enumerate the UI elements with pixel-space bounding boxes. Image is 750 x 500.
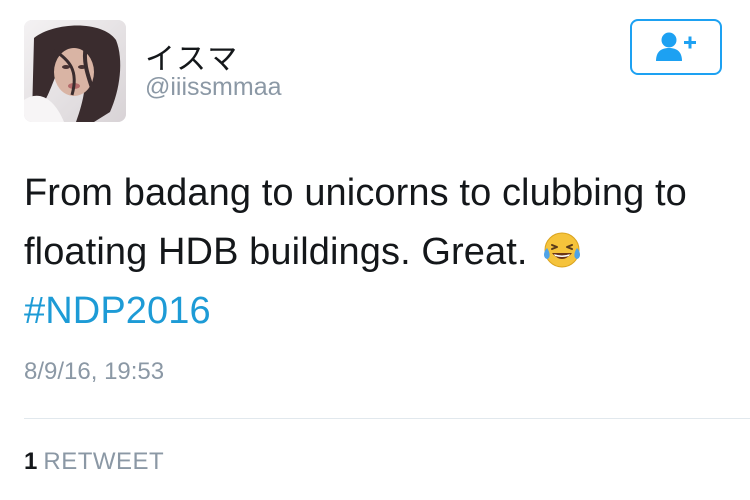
display-name[interactable]: イスマ	[145, 34, 239, 78]
tweet-text-line-2: floating HDB buildings. Great.	[24, 223, 734, 282]
divider	[24, 418, 750, 419]
tweet-text-line-1: From badang to unicorns to clubbing to	[24, 172, 687, 214]
retweet-stats[interactable]: 1 RETWEET	[24, 448, 164, 476]
follow-button[interactable]	[630, 19, 722, 75]
face-with-tears-of-joy-emoji	[543, 232, 580, 268]
retweet-label: RETWEET	[43, 448, 165, 475]
tweet-text: From badang to unicorns to clubbing to f…	[24, 164, 734, 341]
tweet-text-line-3: #NDP2016	[24, 282, 734, 341]
avatar[interactable]	[24, 20, 126, 122]
add-user-icon	[656, 32, 696, 61]
hashtag-link[interactable]: #NDP2016	[24, 290, 211, 332]
tweet-text-line-2-text: floating HDB buildings. Great.	[24, 231, 528, 273]
retweet-count: 1	[24, 448, 38, 475]
user-handle[interactable]: @iiissmmaa	[145, 73, 282, 102]
tweet-timestamp[interactable]: 8/9/16, 19:53	[24, 358, 164, 386]
profile-photo	[24, 20, 126, 122]
